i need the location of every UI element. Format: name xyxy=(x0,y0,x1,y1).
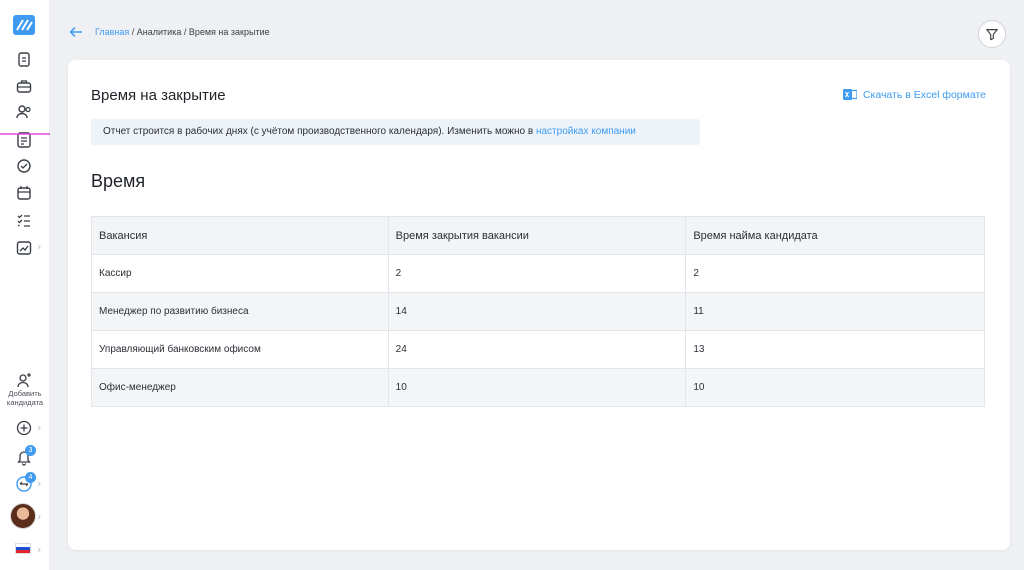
table-row: Менеджер по развитию бизнеса 14 11 xyxy=(91,292,985,331)
breadcrumb-home[interactable]: Главная xyxy=(95,27,129,37)
column-header-hiring-time[interactable]: Время найма кандидата xyxy=(685,216,985,255)
back-arrow-icon[interactable] xyxy=(68,24,84,40)
add-circle-icon[interactable] xyxy=(14,418,34,438)
russian-flag-icon[interactable] xyxy=(15,543,31,554)
closing-time-cell: 10 xyxy=(387,368,687,407)
hiring-time-cell: 10 xyxy=(685,368,985,407)
tasks-icon[interactable] xyxy=(14,210,34,230)
filter-icon xyxy=(986,29,998,41)
sync-icon[interactable] xyxy=(14,156,34,176)
documents-icon[interactable] xyxy=(14,50,34,70)
closing-time-cell: 2 xyxy=(387,254,687,293)
breadcrumb: Главная / Аналитика / Время на закрытие xyxy=(95,27,270,37)
vacancy-cell: Менеджер по развитию бизнеса xyxy=(91,292,389,331)
sidebar: › Добавить кандидата › 3 4 › › › xyxy=(0,0,50,570)
page-title: Время на закрытие xyxy=(91,87,226,104)
download-excel-link[interactable]: Скачать в Excel формате xyxy=(842,88,986,101)
analytics-icon[interactable] xyxy=(14,238,34,258)
topbar: Главная / Аналитика / Время на закрытие xyxy=(50,10,1010,54)
app-logo[interactable] xyxy=(12,14,36,36)
add-candidate-label[interactable]: Добавить кандидата xyxy=(2,389,48,407)
messages-chevron-icon[interactable]: › xyxy=(37,477,41,490)
breadcrumb-analytics[interactable]: Аналитика xyxy=(137,27,182,37)
company-settings-link[interactable]: настройках компании xyxy=(536,126,636,137)
download-excel-label[interactable]: Скачать в Excel формате xyxy=(863,89,986,101)
excel-icon xyxy=(842,89,857,100)
hiring-time-cell: 2 xyxy=(685,254,985,293)
notifications-badge: 3 xyxy=(25,445,36,456)
table-row: Офис-менеджер 10 10 xyxy=(91,368,985,407)
content-card: Время на закрытие Скачать в Excel формат… xyxy=(68,60,1010,550)
table-header-row: Вакансия Время закрытия вакансии Время н… xyxy=(91,216,985,255)
analytics-chevron-icon[interactable]: › xyxy=(37,240,41,253)
breadcrumb-current: Время на закрытие xyxy=(188,27,270,37)
breadcrumb-separator: / xyxy=(181,27,189,37)
messages-badge: 4 xyxy=(25,472,36,483)
hiring-time-cell: 13 xyxy=(685,330,985,369)
add-candidate-icon[interactable] xyxy=(14,370,34,390)
user-avatar[interactable] xyxy=(10,503,36,529)
column-header-vacancy[interactable]: Вакансия xyxy=(91,216,389,255)
briefcase-icon[interactable] xyxy=(14,76,34,96)
vacancy-cell: Офис-менеджер xyxy=(91,368,389,407)
profile-chevron-icon[interactable]: › xyxy=(37,510,41,523)
info-notice: Отчет строится в рабочих днях (с учётом … xyxy=(91,119,700,145)
closing-time-table: Вакансия Время закрытия вакансии Время н… xyxy=(91,216,985,407)
hiring-time-cell: 11 xyxy=(685,292,985,331)
breadcrumb-separator: / xyxy=(129,27,137,37)
section-title: Время xyxy=(91,171,146,191)
vacancy-cell: Кассир xyxy=(91,254,389,293)
language-chevron-icon[interactable]: › xyxy=(37,543,41,556)
column-header-closing-time[interactable]: Время закрытия вакансии xyxy=(387,216,687,255)
vacancy-cell: Управляющий банковским офисом xyxy=(91,330,389,369)
candidates-icon[interactable] xyxy=(14,102,34,122)
filter-button[interactable] xyxy=(978,20,1006,48)
closing-time-cell: 24 xyxy=(387,330,687,369)
closing-time-cell: 14 xyxy=(387,292,687,331)
table-row: Кассир 2 2 xyxy=(91,254,985,293)
calendar-icon[interactable] xyxy=(14,183,34,203)
add-chevron-icon[interactable]: › xyxy=(37,421,41,434)
table-row: Управляющий банковским офисом 24 13 xyxy=(91,330,985,369)
notice-text: Отчет строится в рабочих днях (с учётом … xyxy=(103,126,536,137)
